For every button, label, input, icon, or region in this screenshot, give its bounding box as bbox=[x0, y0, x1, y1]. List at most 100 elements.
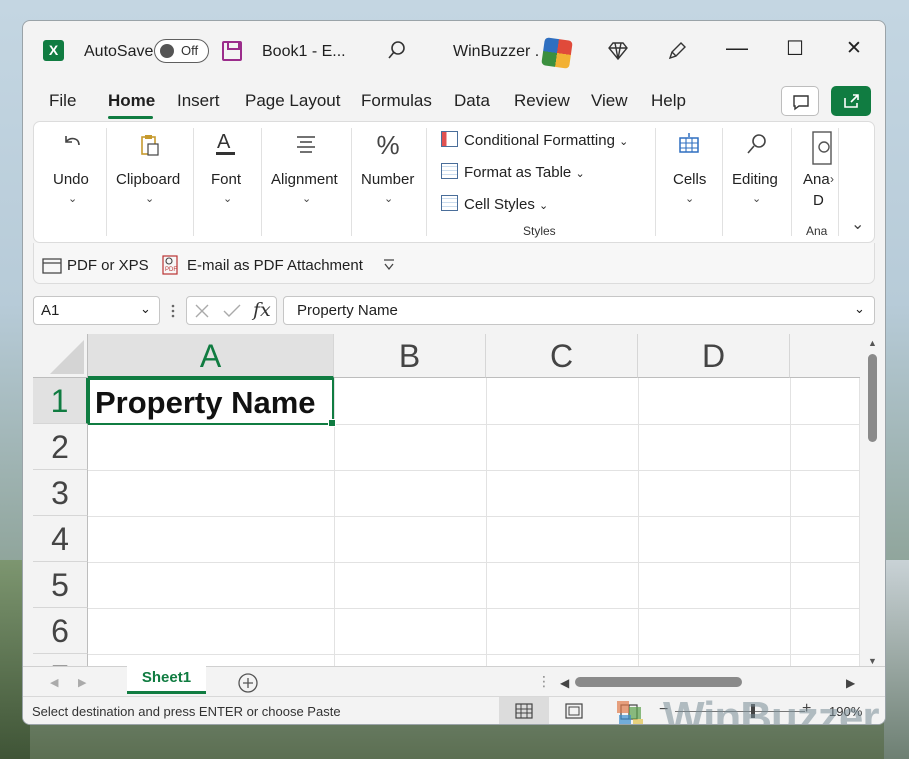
tab-data[interactable]: Data bbox=[454, 91, 490, 111]
cells-button[interactable]: Cells bbox=[673, 171, 706, 188]
search-icon[interactable] bbox=[386, 39, 408, 66]
name-box-value: A1 bbox=[41, 302, 60, 319]
minimize-button[interactable]: — bbox=[726, 35, 748, 61]
share-button[interactable] bbox=[831, 86, 871, 116]
pen-icon[interactable] bbox=[666, 40, 688, 67]
pdf-xps-button[interactable]: PDF or XPS bbox=[67, 257, 149, 274]
comments-button[interactable] bbox=[781, 86, 819, 116]
editing-button[interactable]: Editing bbox=[732, 171, 778, 188]
number-button[interactable]: Number bbox=[361, 171, 414, 188]
clipboard-button[interactable]: Clipboard bbox=[116, 171, 180, 188]
autosave-state: Off bbox=[181, 43, 199, 58]
cells-chevron-icon[interactable]: ⌄ bbox=[685, 192, 694, 205]
tab-view[interactable]: View bbox=[591, 91, 628, 111]
email-pdf-button[interactable]: E-mail as PDF Attachment bbox=[187, 257, 363, 274]
prev-sheet-icon[interactable]: ◀ bbox=[50, 676, 58, 689]
gridline bbox=[88, 470, 860, 471]
autosave-toggle[interactable]: Off bbox=[154, 39, 209, 63]
add-sheet-icon[interactable] bbox=[237, 672, 259, 699]
tab-home[interactable]: Home bbox=[108, 91, 155, 111]
pdf-xps-icon bbox=[41, 255, 63, 280]
expand-formula-chevron-icon[interactable]: ⌄ bbox=[854, 301, 865, 317]
close-button[interactable]: ✕ bbox=[846, 37, 862, 60]
formula-controls: fx bbox=[186, 296, 277, 325]
analyze-data-button[interactable]: Ana bbox=[803, 171, 830, 188]
tab-page-layout[interactable]: Page Layout bbox=[245, 91, 340, 111]
cell-styles-icon bbox=[441, 195, 458, 211]
tab-splitter-icon[interactable]: ⋮ bbox=[537, 673, 551, 690]
undo-icon bbox=[52, 132, 92, 163]
scroll-down-icon[interactable]: ▼ bbox=[868, 656, 877, 666]
clipboard-icon bbox=[129, 132, 169, 165]
cell-styles-button[interactable]: Cell Styles ⌄ bbox=[441, 195, 548, 213]
select-all-button[interactable] bbox=[33, 334, 88, 378]
cell-a1[interactable]: Property Name bbox=[88, 378, 336, 427]
scroll-right-icon[interactable]: ▶ bbox=[846, 676, 855, 690]
number-chevron-icon[interactable]: ⌄ bbox=[384, 192, 393, 205]
document-title[interactable]: Book1 - E... bbox=[262, 43, 346, 61]
row-header-5[interactable]: 5 bbox=[33, 562, 88, 608]
font-chevron-icon[interactable]: ⌄ bbox=[223, 192, 232, 205]
styles-group-label: Styles bbox=[523, 224, 556, 238]
vertical-scrollbar[interactable]: ▲ ▼ bbox=[865, 334, 881, 670]
scroll-left-icon[interactable]: ◀ bbox=[560, 676, 569, 690]
maximize-button[interactable]: ☐ bbox=[786, 36, 804, 61]
formula-content: Property Name bbox=[297, 302, 398, 319]
column-header-c[interactable]: C bbox=[486, 334, 638, 378]
ribbon-scroll-right-icon[interactable]: › bbox=[830, 172, 834, 186]
diamond-icon[interactable] bbox=[607, 41, 629, 66]
tab-help[interactable]: Help bbox=[651, 91, 686, 111]
formula-input[interactable]: Property Name ⌄ bbox=[283, 296, 875, 325]
scroll-up-icon[interactable]: ▲ bbox=[868, 338, 877, 348]
row-header-6[interactable]: 6 bbox=[33, 608, 88, 654]
editing-chevron-icon[interactable]: ⌄ bbox=[752, 192, 761, 205]
user-name[interactable]: WinBuzzer . bbox=[453, 43, 539, 61]
tab-insert[interactable]: Insert bbox=[177, 91, 220, 111]
row-header-2[interactable]: 2 bbox=[33, 424, 88, 470]
clipboard-chevron-icon[interactable]: ⌄ bbox=[145, 192, 154, 205]
background-right bbox=[884, 560, 909, 759]
tab-review[interactable]: Review bbox=[514, 91, 570, 111]
spreadsheet-grid[interactable]: A B C D 1 2 3 4 5 6 7 Property Name bbox=[33, 334, 860, 670]
row-header-3[interactable]: 3 bbox=[33, 470, 88, 516]
editing-search-icon bbox=[737, 132, 777, 163]
column-header-b[interactable]: B bbox=[334, 334, 486, 378]
row-header-4[interactable]: 4 bbox=[33, 516, 88, 562]
vertical-scroll-thumb[interactable] bbox=[868, 354, 877, 442]
cancel-icon[interactable] bbox=[193, 302, 211, 325]
normal-view-button[interactable] bbox=[499, 697, 549, 724]
name-box-chevron-icon[interactable]: ⌄ bbox=[140, 301, 151, 317]
profile-avatar-icon[interactable] bbox=[541, 37, 573, 69]
customize-toolbar-icon[interactable] bbox=[383, 258, 395, 277]
column-header-a[interactable]: A bbox=[88, 334, 334, 378]
tab-formulas[interactable]: Formulas bbox=[361, 91, 432, 111]
undo-button[interactable]: Undo bbox=[53, 171, 89, 188]
conditional-formatting-button[interactable]: Conditional Formatting ⌄ bbox=[441, 131, 628, 149]
format-as-table-icon bbox=[441, 163, 458, 179]
horizontal-scroll-thumb[interactable] bbox=[575, 677, 742, 687]
name-box[interactable]: A1 ⌄ bbox=[33, 296, 160, 325]
column-header-d[interactable]: D bbox=[638, 334, 790, 378]
font-button[interactable]: Font bbox=[211, 171, 241, 188]
excel-logo-icon: X bbox=[43, 40, 64, 61]
tab-file[interactable]: File bbox=[49, 91, 76, 111]
more-options-icon[interactable] bbox=[170, 303, 176, 324]
alignment-chevron-icon[interactable]: ⌄ bbox=[302, 192, 311, 205]
gridline bbox=[790, 378, 791, 670]
page-layout-view-button[interactable] bbox=[563, 702, 585, 724]
svg-text:A: A bbox=[217, 131, 231, 153]
percent-icon: % bbox=[376, 130, 400, 160]
collapse-ribbon-icon[interactable]: ⌄ bbox=[851, 214, 864, 234]
enter-check-icon[interactable] bbox=[222, 302, 242, 325]
next-sheet-icon[interactable]: ▶ bbox=[78, 676, 86, 689]
column-header-e[interactable] bbox=[790, 334, 860, 378]
row-header-1[interactable]: 1 bbox=[33, 378, 88, 424]
insert-function-icon[interactable]: fx bbox=[253, 299, 271, 321]
save-icon[interactable] bbox=[222, 41, 242, 61]
undo-chevron-icon[interactable]: ⌄ bbox=[68, 192, 77, 205]
gridline bbox=[88, 608, 860, 609]
alignment-button[interactable]: Alignment bbox=[271, 171, 338, 188]
watermark-text: WinBuzzer bbox=[663, 693, 879, 725]
format-as-table-button[interactable]: Format as Table ⌄ bbox=[441, 163, 585, 181]
sheet-tab-sheet1[interactable]: Sheet1 bbox=[127, 665, 206, 694]
